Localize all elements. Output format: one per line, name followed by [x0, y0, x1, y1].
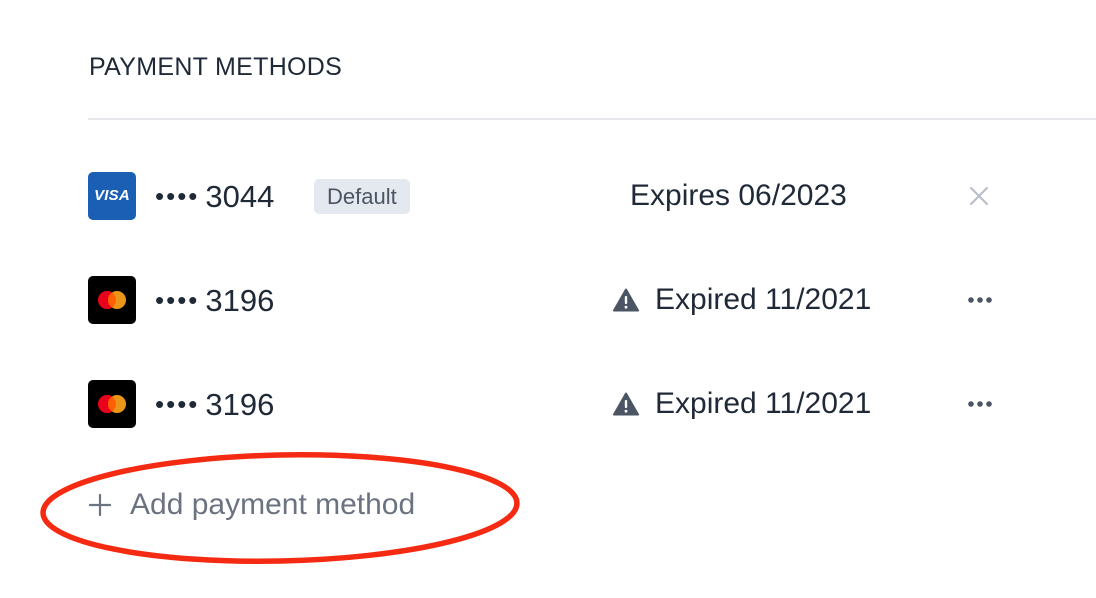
card-last4: 3196	[205, 283, 275, 318]
masked-digits: ••••	[155, 389, 200, 419]
card-expiry: Expired 11/2021	[655, 283, 872, 316]
mastercard-logo-icon	[88, 276, 136, 324]
card-last4: 3196	[205, 387, 275, 422]
card-expiry: Expires 06/2023	[630, 179, 847, 212]
add-payment-method-button[interactable]: Add payment method	[88, 484, 415, 526]
payment-method-row: VISA •••• 3044 Default Expires 06/2023	[88, 172, 1096, 220]
plus-icon[interactable]	[88, 493, 112, 517]
card-last4: 3044	[205, 179, 275, 214]
payment-method-row: •••• 3196 Expired 11/2021	[88, 276, 1096, 324]
remove-card-button[interactable]	[968, 185, 990, 207]
card-number: •••• 3196	[155, 282, 274, 319]
close-icon[interactable]	[968, 185, 990, 207]
card-number: •••• 3044	[155, 178, 274, 215]
visa-logo-text: VISA	[94, 187, 130, 204]
warning-icon	[613, 392, 639, 416]
warning-icon	[613, 288, 639, 312]
section-title: PAYMENT METHODS	[89, 53, 343, 81]
payment-method-row: •••• 3196 Expired 11/2021	[88, 380, 1096, 428]
card-expiry: Expired 11/2021	[655, 387, 872, 420]
add-payment-method-label[interactable]: Add payment method	[130, 488, 415, 522]
more-horizontal-icon[interactable]	[965, 288, 995, 312]
masked-digits: ••••	[155, 285, 200, 315]
visa-logo-icon: VISA	[88, 172, 136, 220]
mastercard-logo-icon	[88, 380, 136, 428]
more-horizontal-icon[interactable]	[965, 392, 995, 416]
masked-digits: ••••	[155, 181, 200, 211]
card-options-button[interactable]	[965, 288, 995, 312]
section-divider	[88, 118, 1096, 120]
card-options-button[interactable]	[965, 392, 995, 416]
default-badge: Default	[314, 179, 410, 214]
card-number: •••• 3196	[155, 386, 274, 423]
